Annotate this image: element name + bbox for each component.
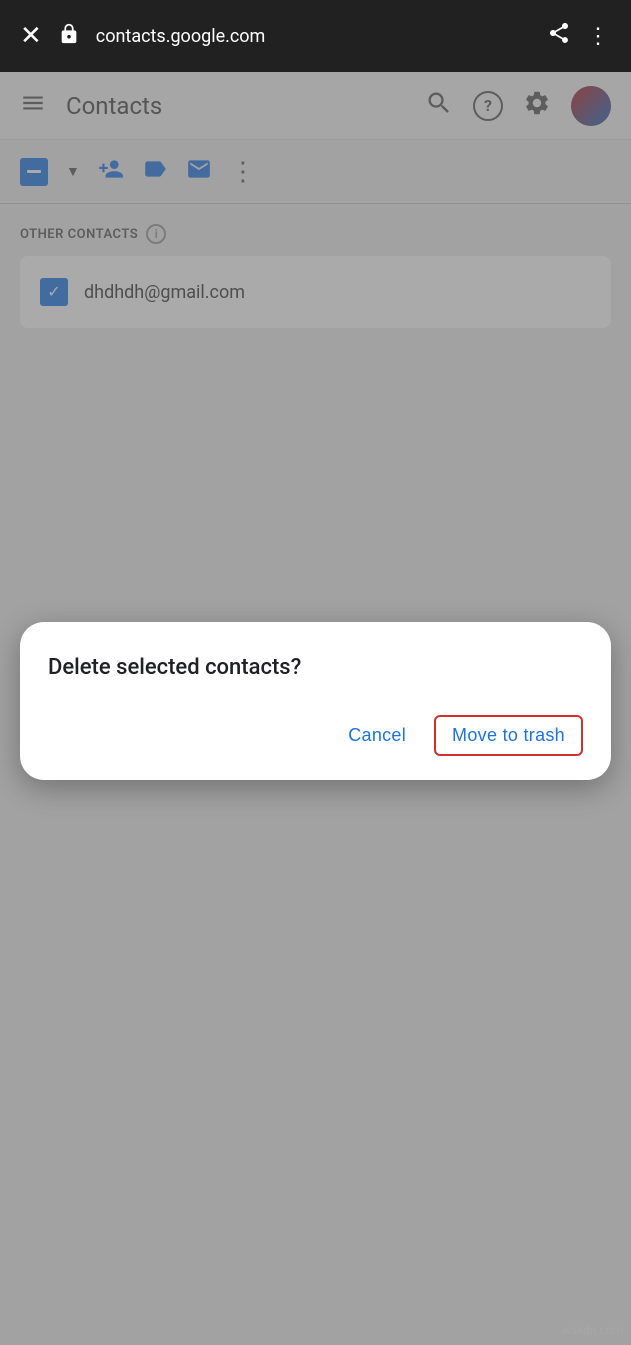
lock-icon	[58, 23, 80, 50]
browser-more-icon[interactable]: ⋮	[587, 24, 611, 49]
cancel-button[interactable]: Cancel	[336, 717, 418, 754]
dialog-actions: Cancel Move to trash	[48, 715, 583, 756]
browser-chrome-bar: ✕ contacts.google.com ⋮	[0, 0, 631, 72]
share-icon[interactable]	[547, 21, 571, 51]
dialog-title: Delete selected contacts?	[48, 654, 583, 683]
delete-dialog: Delete selected contacts? Cancel Move to…	[20, 622, 611, 780]
url-bar[interactable]: contacts.google.com	[96, 26, 531, 47]
move-to-trash-button[interactable]: Move to trash	[434, 715, 583, 756]
browser-close-button[interactable]: ✕	[20, 23, 42, 49]
